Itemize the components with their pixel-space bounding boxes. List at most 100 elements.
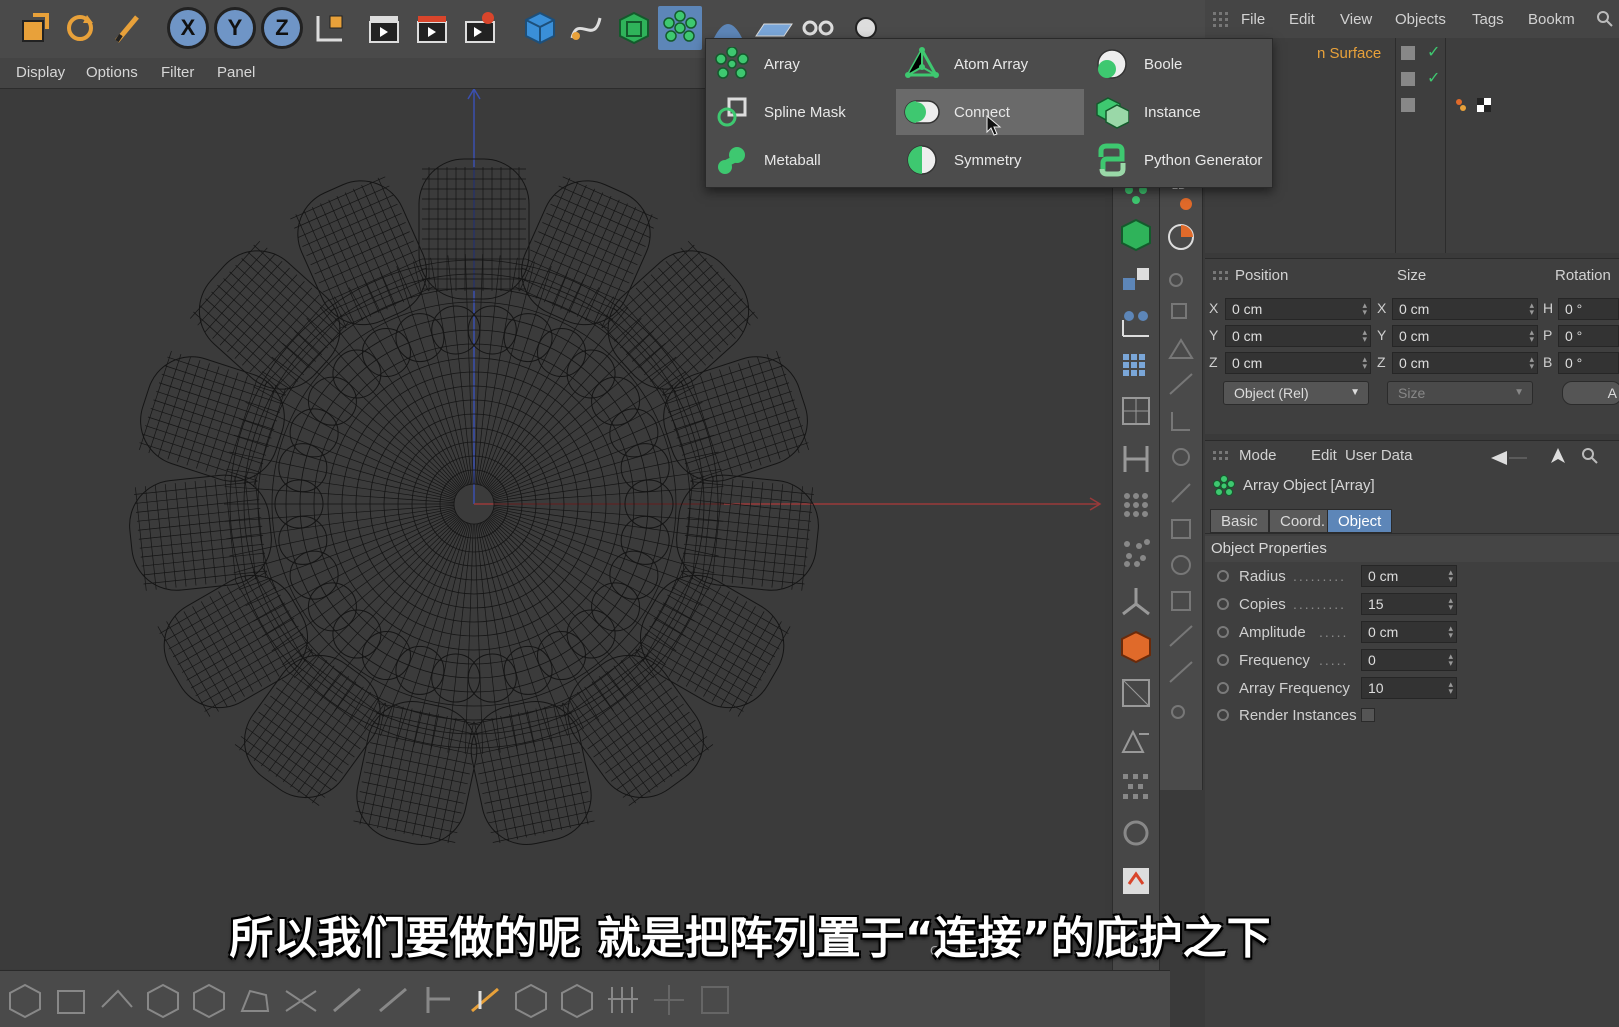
fracture-icon[interactable] xyxy=(1119,394,1153,428)
am-menu-user-data[interactable]: User Data xyxy=(1345,447,1413,464)
axis-mode-icon[interactable] xyxy=(374,981,412,1019)
spinner-icon[interactable]: ▴ ▾ xyxy=(1362,301,1367,317)
clock-icon[interactable] xyxy=(1164,220,1198,254)
dots-random-icon[interactable] xyxy=(1119,536,1153,570)
animate-radio[interactable] xyxy=(1217,626,1229,638)
palette-b-icon-2[interactable] xyxy=(1164,296,1198,330)
tweak-icon[interactable] xyxy=(420,981,458,1019)
cube-mode-icon[interactable] xyxy=(512,981,550,1019)
om-menu-view[interactable]: View xyxy=(1340,11,1372,28)
menu-item-spline-mask[interactable]: Spline Mask xyxy=(706,89,894,135)
align-icon[interactable] xyxy=(1119,724,1153,758)
size-x-field[interactable]: 0 cm ▴ ▾ xyxy=(1392,298,1538,320)
crosshair-icon[interactable] xyxy=(650,981,688,1019)
cursor-arrow-icon[interactable] xyxy=(1549,447,1567,465)
radius-field[interactable]: 0 cm ▴ ▾ xyxy=(1361,565,1457,587)
spinner-icon[interactable]: ▴ ▾ xyxy=(1529,328,1534,344)
texture-mode-icon[interactable] xyxy=(52,981,90,1019)
am-menu-mode[interactable]: Mode xyxy=(1239,447,1277,464)
animate-radio[interactable] xyxy=(1217,709,1229,721)
grid-array-icon[interactable] xyxy=(1119,350,1153,384)
subdivision-surface-button[interactable] xyxy=(612,6,656,50)
viewport-menu-filter[interactable]: Filter xyxy=(161,64,194,81)
export-icon[interactable] xyxy=(1119,864,1153,898)
recycle-icon[interactable] xyxy=(1119,816,1153,850)
spinner-icon[interactable]: ▴ ▾ xyxy=(1529,355,1534,371)
snap-tool-icon[interactable] xyxy=(466,981,504,1019)
palette-b-icon-13[interactable] xyxy=(1164,692,1198,726)
apply-button[interactable]: A xyxy=(1562,381,1619,405)
green-cube-icon[interactable] xyxy=(1119,218,1153,252)
scale-tool-button[interactable] xyxy=(12,6,56,50)
palette-b-icon-6[interactable] xyxy=(1164,440,1198,474)
animate-radio[interactable] xyxy=(1217,682,1229,694)
viewport-menu-display[interactable]: Display xyxy=(16,64,65,81)
spinner-icon[interactable]: ▴ ▾ xyxy=(1448,624,1453,640)
layer-swatch[interactable] xyxy=(1401,46,1415,60)
tags-icon[interactable] xyxy=(1453,96,1493,116)
pattern-icon[interactable] xyxy=(1119,770,1153,804)
spinner-icon[interactable]: ▴ ▾ xyxy=(1362,355,1367,371)
spinner-icon[interactable]: ▴ ▾ xyxy=(1448,680,1453,696)
bridge-icon[interactable] xyxy=(1119,442,1153,476)
z-axis-lock-button[interactable]: Z xyxy=(260,6,304,50)
render-to-picture-viewer-button[interactable] xyxy=(410,6,454,50)
joint-icon[interactable] xyxy=(1119,584,1153,618)
am-menu-edit[interactable]: Edit xyxy=(1311,447,1337,464)
layer-swatch[interactable] xyxy=(1401,98,1415,112)
edges-mode-icon[interactable] xyxy=(190,981,228,1019)
rot-b-field[interactable]: 0 ° xyxy=(1558,352,1619,374)
multi-object-icon[interactable] xyxy=(1119,264,1153,298)
array-frequency-field[interactable]: 10 ▴ ▾ xyxy=(1361,677,1457,699)
viewport-menu-options[interactable]: Options xyxy=(86,64,138,81)
rotate-tool-button[interactable] xyxy=(58,6,102,50)
om-menu-objects[interactable]: Objects xyxy=(1395,11,1446,28)
menu-item-symmetry[interactable]: Symmetry xyxy=(896,137,1084,183)
amplitude-field[interactable]: 0 cm ▴ ▾ xyxy=(1361,621,1457,643)
cube-object-button[interactable] xyxy=(518,6,562,50)
om-menu-edit[interactable]: Edit xyxy=(1289,11,1315,28)
palette-b-icon-11[interactable] xyxy=(1164,620,1198,654)
animate-radio[interactable] xyxy=(1217,598,1229,610)
render-settings-button[interactable] xyxy=(458,6,502,50)
spline-pen-button[interactable] xyxy=(564,6,608,50)
frequency-field[interactable]: 0 ▴ ▾ xyxy=(1361,649,1457,671)
menu-item-boole[interactable]: Boole xyxy=(1086,41,1274,87)
palette-b-icon-3[interactable] xyxy=(1164,332,1198,366)
enabled-check[interactable]: ✓ xyxy=(1427,68,1440,88)
brush-tool-button[interactable] xyxy=(106,6,150,50)
orange-cube-icon[interactable] xyxy=(1119,630,1153,664)
om-menu-tags[interactable]: Tags xyxy=(1472,11,1504,28)
frame-icon[interactable] xyxy=(696,981,734,1019)
rot-p-field[interactable]: 0 ° xyxy=(1558,325,1619,347)
viewport-menu-panel[interactable]: Panel xyxy=(217,64,255,81)
back-arrow-icon[interactable] xyxy=(1489,449,1529,467)
y-axis-lock-button[interactable]: Y xyxy=(213,6,257,50)
pos-y-field[interactable]: 0 cm ▴ ▾ xyxy=(1225,325,1371,347)
om-menu-file[interactable]: File xyxy=(1241,11,1265,28)
spinner-icon[interactable]: ▴ ▾ xyxy=(1448,652,1453,668)
spinner-icon[interactable]: ▴ ▾ xyxy=(1448,568,1453,584)
tab-basic[interactable]: Basic xyxy=(1210,509,1269,533)
snap-icon[interactable] xyxy=(1164,188,1198,222)
array-generators-button[interactable] xyxy=(658,6,702,50)
palette-b-icon-10[interactable] xyxy=(1164,584,1198,618)
pos-x-field[interactable]: 0 cm ▴ ▾ xyxy=(1225,298,1371,320)
render-view-button[interactable] xyxy=(362,6,406,50)
menu-item-metaball[interactable]: Metaball xyxy=(706,137,894,183)
tab-coord[interactable]: Coord. xyxy=(1269,509,1337,533)
palette-b-icon-5[interactable] xyxy=(1164,404,1198,438)
layer-swatch[interactable] xyxy=(1401,72,1415,86)
bounding-box-icon[interactable] xyxy=(1119,676,1153,710)
enabled-check[interactable]: ✓ xyxy=(1427,42,1440,62)
size-z-field[interactable]: 0 cm ▴ ▾ xyxy=(1392,352,1538,374)
uv-icon[interactable] xyxy=(282,981,320,1019)
grid-snap-icon[interactable] xyxy=(604,981,642,1019)
3d-viewport[interactable] xyxy=(0,89,1105,969)
menu-item-python-generator[interactable]: Python Generator xyxy=(1086,137,1274,183)
rot-h-field[interactable]: 0 ° xyxy=(1558,298,1619,320)
animate-radio[interactable] xyxy=(1217,654,1229,666)
pos-z-field[interactable]: 0 cm ▴ ▾ xyxy=(1225,352,1371,374)
menu-item-instance[interactable]: Instance xyxy=(1086,89,1274,135)
coordinate-mode-dropdown[interactable]: Object (Rel) ▼ xyxy=(1223,381,1369,405)
